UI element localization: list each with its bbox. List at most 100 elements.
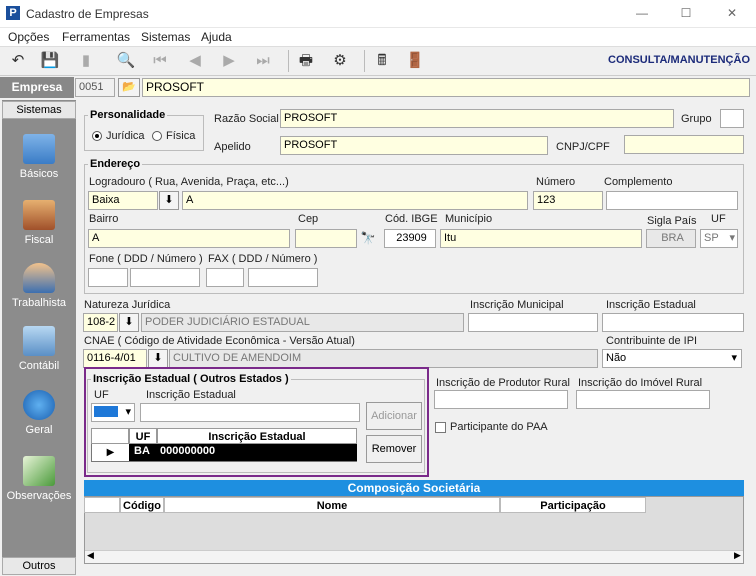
municipio-field[interactable]: Itu: [440, 229, 642, 248]
oe-uf-select[interactable]: ▾: [91, 403, 135, 422]
radio-juridica[interactable]: Jurídica: [92, 130, 145, 142]
preview-icon[interactable]: 🔍: [116, 52, 136, 70]
natureza-label: Natureza Jurídica: [84, 299, 171, 311]
complemento-field[interactable]: [606, 191, 738, 210]
save-icon[interactable]: 💾: [40, 52, 60, 70]
chevron-down-icon: ▾: [731, 352, 737, 364]
razao-social-field[interactable]: PROSOFT: [280, 109, 674, 128]
adicionar-button[interactable]: Adicionar: [366, 402, 422, 430]
logradouro-lookup-icon[interactable]: ⬇: [159, 191, 179, 210]
personalidade-title: Personalidade: [88, 109, 168, 121]
sidebar-footer[interactable]: Outros: [2, 557, 76, 575]
radio-juridica-label: Jurídica: [106, 130, 145, 142]
sidebar-header[interactable]: Sistemas: [2, 101, 76, 119]
sidebar-item-label: Trabalhista: [11, 297, 66, 309]
sidebar-item-basicos[interactable]: Básicos: [2, 134, 76, 180]
fone-number-field[interactable]: [130, 268, 200, 287]
minimize-button[interactable]: —: [634, 6, 650, 20]
cep-field[interactable]: [295, 229, 357, 248]
menu-sistemas[interactable]: Sistemas: [141, 30, 190, 44]
cnae-desc-field: CULTIVO DE AMENDOIM: [169, 349, 598, 368]
cnae-code-field[interactable]: 0116-4/01: [83, 349, 147, 368]
sidebar-item-geral[interactable]: Geral: [2, 390, 76, 436]
fax-label: FAX ( DDD / Número ): [208, 253, 318, 265]
empresa-name-field[interactable]: PROSOFT: [142, 78, 750, 97]
oe-grid-header-ie: Inscrição Estadual: [157, 428, 357, 444]
oe-row-uf: BA: [134, 445, 150, 457]
worker-icon: [23, 263, 55, 293]
radio-fisica-label: Física: [166, 130, 196, 142]
composicao-grid-corner: [84, 497, 120, 513]
open-folder-icon[interactable]: 📂: [118, 78, 140, 97]
grupo-field[interactable]: [720, 109, 744, 128]
print-setup-icon[interactable]: ⚙: [330, 52, 350, 70]
horizontal-scrollbar[interactable]: [85, 550, 743, 563]
sidebar-item-label: Básicos: [19, 168, 59, 180]
remover-button[interactable]: Remover: [366, 435, 422, 463]
fax-number-field[interactable]: [248, 268, 318, 287]
menu-ajuda[interactable]: Ajuda: [201, 30, 232, 44]
natureza-lookup-icon[interactable]: ⬇: [119, 313, 139, 332]
paa-checkbox[interactable]: Participante do PAA: [435, 421, 548, 433]
cnae-label: CNAE ( Código de Atividade Econômica - V…: [84, 335, 355, 347]
notes-icon: [23, 456, 55, 486]
scroll-right-icon[interactable]: ▶: [734, 550, 741, 561]
fiscal-icon: [23, 200, 55, 230]
endereco-title: Endereço: [88, 158, 143, 170]
print-icon[interactable]: 🖶: [296, 52, 316, 70]
bookmark-icon[interactable]: ▮: [76, 52, 96, 70]
insc-municipal-field[interactable]: [468, 313, 598, 332]
radio-juridica-dot[interactable]: [92, 131, 102, 142]
empresa-code: 0051: [75, 78, 115, 97]
sidebar-item-contabil[interactable]: Contábil: [2, 326, 76, 372]
fone-ddd-field[interactable]: [88, 268, 128, 287]
contribuinte-ipi-select[interactable]: Não ▾: [602, 349, 742, 368]
exit-door-icon[interactable]: 🚪: [405, 52, 425, 70]
calculator-icon[interactable]: 🖩: [372, 52, 392, 70]
fax-ddd-field[interactable]: [206, 268, 244, 287]
logradouro-tipo-field[interactable]: Baixa: [88, 191, 158, 210]
first-record-icon[interactable]: ⏮: [150, 52, 170, 70]
radio-fisica-dot[interactable]: [152, 131, 162, 142]
sidebar-item-fiscal[interactable]: Fiscal: [2, 200, 76, 246]
radio-fisica[interactable]: Física: [152, 130, 195, 142]
next-record-icon[interactable]: ▶: [219, 52, 239, 70]
apelido-field[interactable]: PROSOFT: [280, 136, 548, 155]
close-button[interactable]: ✕: [724, 6, 740, 20]
natureza-code-field[interactable]: 108-2: [83, 313, 118, 332]
last-record-icon[interactable]: ⏭: [253, 52, 273, 70]
cnae-lookup-icon[interactable]: ⬇: [148, 349, 168, 368]
oe-ie-field[interactable]: [140, 403, 360, 422]
insc-municipal-label: Inscrição Municipal: [470, 299, 564, 311]
numero-field[interactable]: 123: [533, 191, 603, 210]
menu-opcoes[interactable]: Opções: [8, 30, 49, 44]
insc-estadual-field[interactable]: [602, 313, 744, 332]
menu-ferramentas[interactable]: Ferramentas: [62, 30, 130, 44]
cep-label: Cep: [298, 213, 319, 225]
oe-ie-label: Inscrição Estadual: [146, 389, 236, 401]
oe-grid-header-uf: UF: [129, 428, 157, 444]
binoculars-icon[interactable]: 🔭: [358, 231, 378, 246]
previous-record-icon[interactable]: ◀: [185, 52, 205, 70]
app-logo-icon: P: [6, 6, 20, 20]
undo-icon[interactable]: ↶: [8, 52, 28, 70]
sidebar-item-label: Contábil: [18, 360, 60, 372]
logradouro-field[interactable]: A: [182, 191, 528, 210]
imovel-rural-field[interactable]: [576, 390, 710, 409]
bairro-field[interactable]: A: [88, 229, 290, 248]
mode-label: CONSULTA/MANUTENÇÃO: [608, 54, 750, 66]
maximize-button[interactable]: ☐: [678, 6, 694, 20]
ibge-field[interactable]: 23909: [384, 229, 436, 248]
numero-label: Número: [536, 176, 576, 188]
paa-check-box[interactable]: [435, 421, 446, 433]
sidebar-item-trabalhista[interactable]: Trabalhista: [2, 263, 76, 309]
scroll-left-icon[interactable]: ◀: [87, 550, 94, 561]
grupo-label: Grupo: [681, 113, 712, 125]
oe-grid-corner: [91, 428, 129, 444]
sigla-pais-field[interactable]: BRA: [646, 229, 696, 248]
sidebar-item-observacoes[interactable]: Observações: [2, 456, 76, 502]
produtor-rural-field[interactable]: [434, 390, 568, 409]
cnpj-field[interactable]: [624, 135, 744, 154]
sidebar-item-label: Geral: [25, 424, 53, 436]
uf-select[interactable]: SP ▾: [700, 229, 738, 248]
